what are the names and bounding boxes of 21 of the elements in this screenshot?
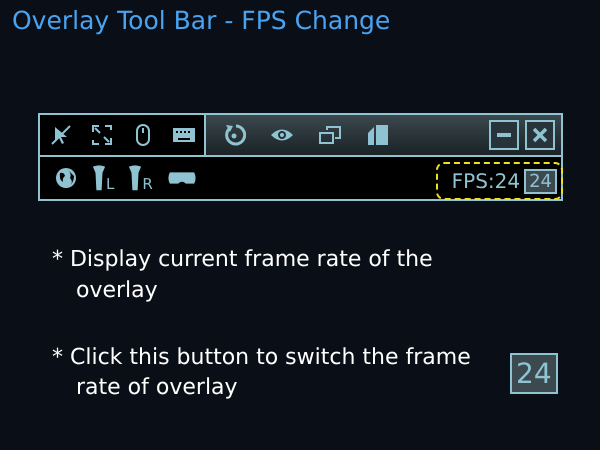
controller-label: R [142, 177, 153, 192]
minimize-icon [497, 133, 511, 137]
controller-icon[interactable] [92, 164, 106, 192]
reset-icon[interactable] [222, 123, 246, 147]
globe-icon[interactable] [54, 166, 78, 190]
close-button[interactable] [525, 120, 555, 150]
fps-button[interactable]: 24 [524, 168, 557, 194]
minimize-button[interactable] [489, 120, 519, 150]
controller-label: L [106, 177, 114, 192]
panels-icon[interactable] [366, 123, 390, 147]
resize-icon[interactable] [90, 123, 114, 147]
fps-button[interactable]: 24 [510, 352, 558, 394]
windows-icon[interactable] [318, 123, 342, 147]
cursor-off-icon[interactable] [48, 123, 72, 147]
headset-icon[interactable] [166, 170, 197, 186]
note-text: * Display current frame rate of the overlay [52, 246, 434, 305]
fps-reading: FPS:24 [452, 169, 520, 193]
controller-icon[interactable] [128, 164, 142, 192]
note-text: * Click this button to switch the frame rate of overlay [52, 344, 472, 402]
page-title: Overlay Tool Bar - FPS Change [11, 6, 392, 35]
close-icon [533, 128, 547, 142]
